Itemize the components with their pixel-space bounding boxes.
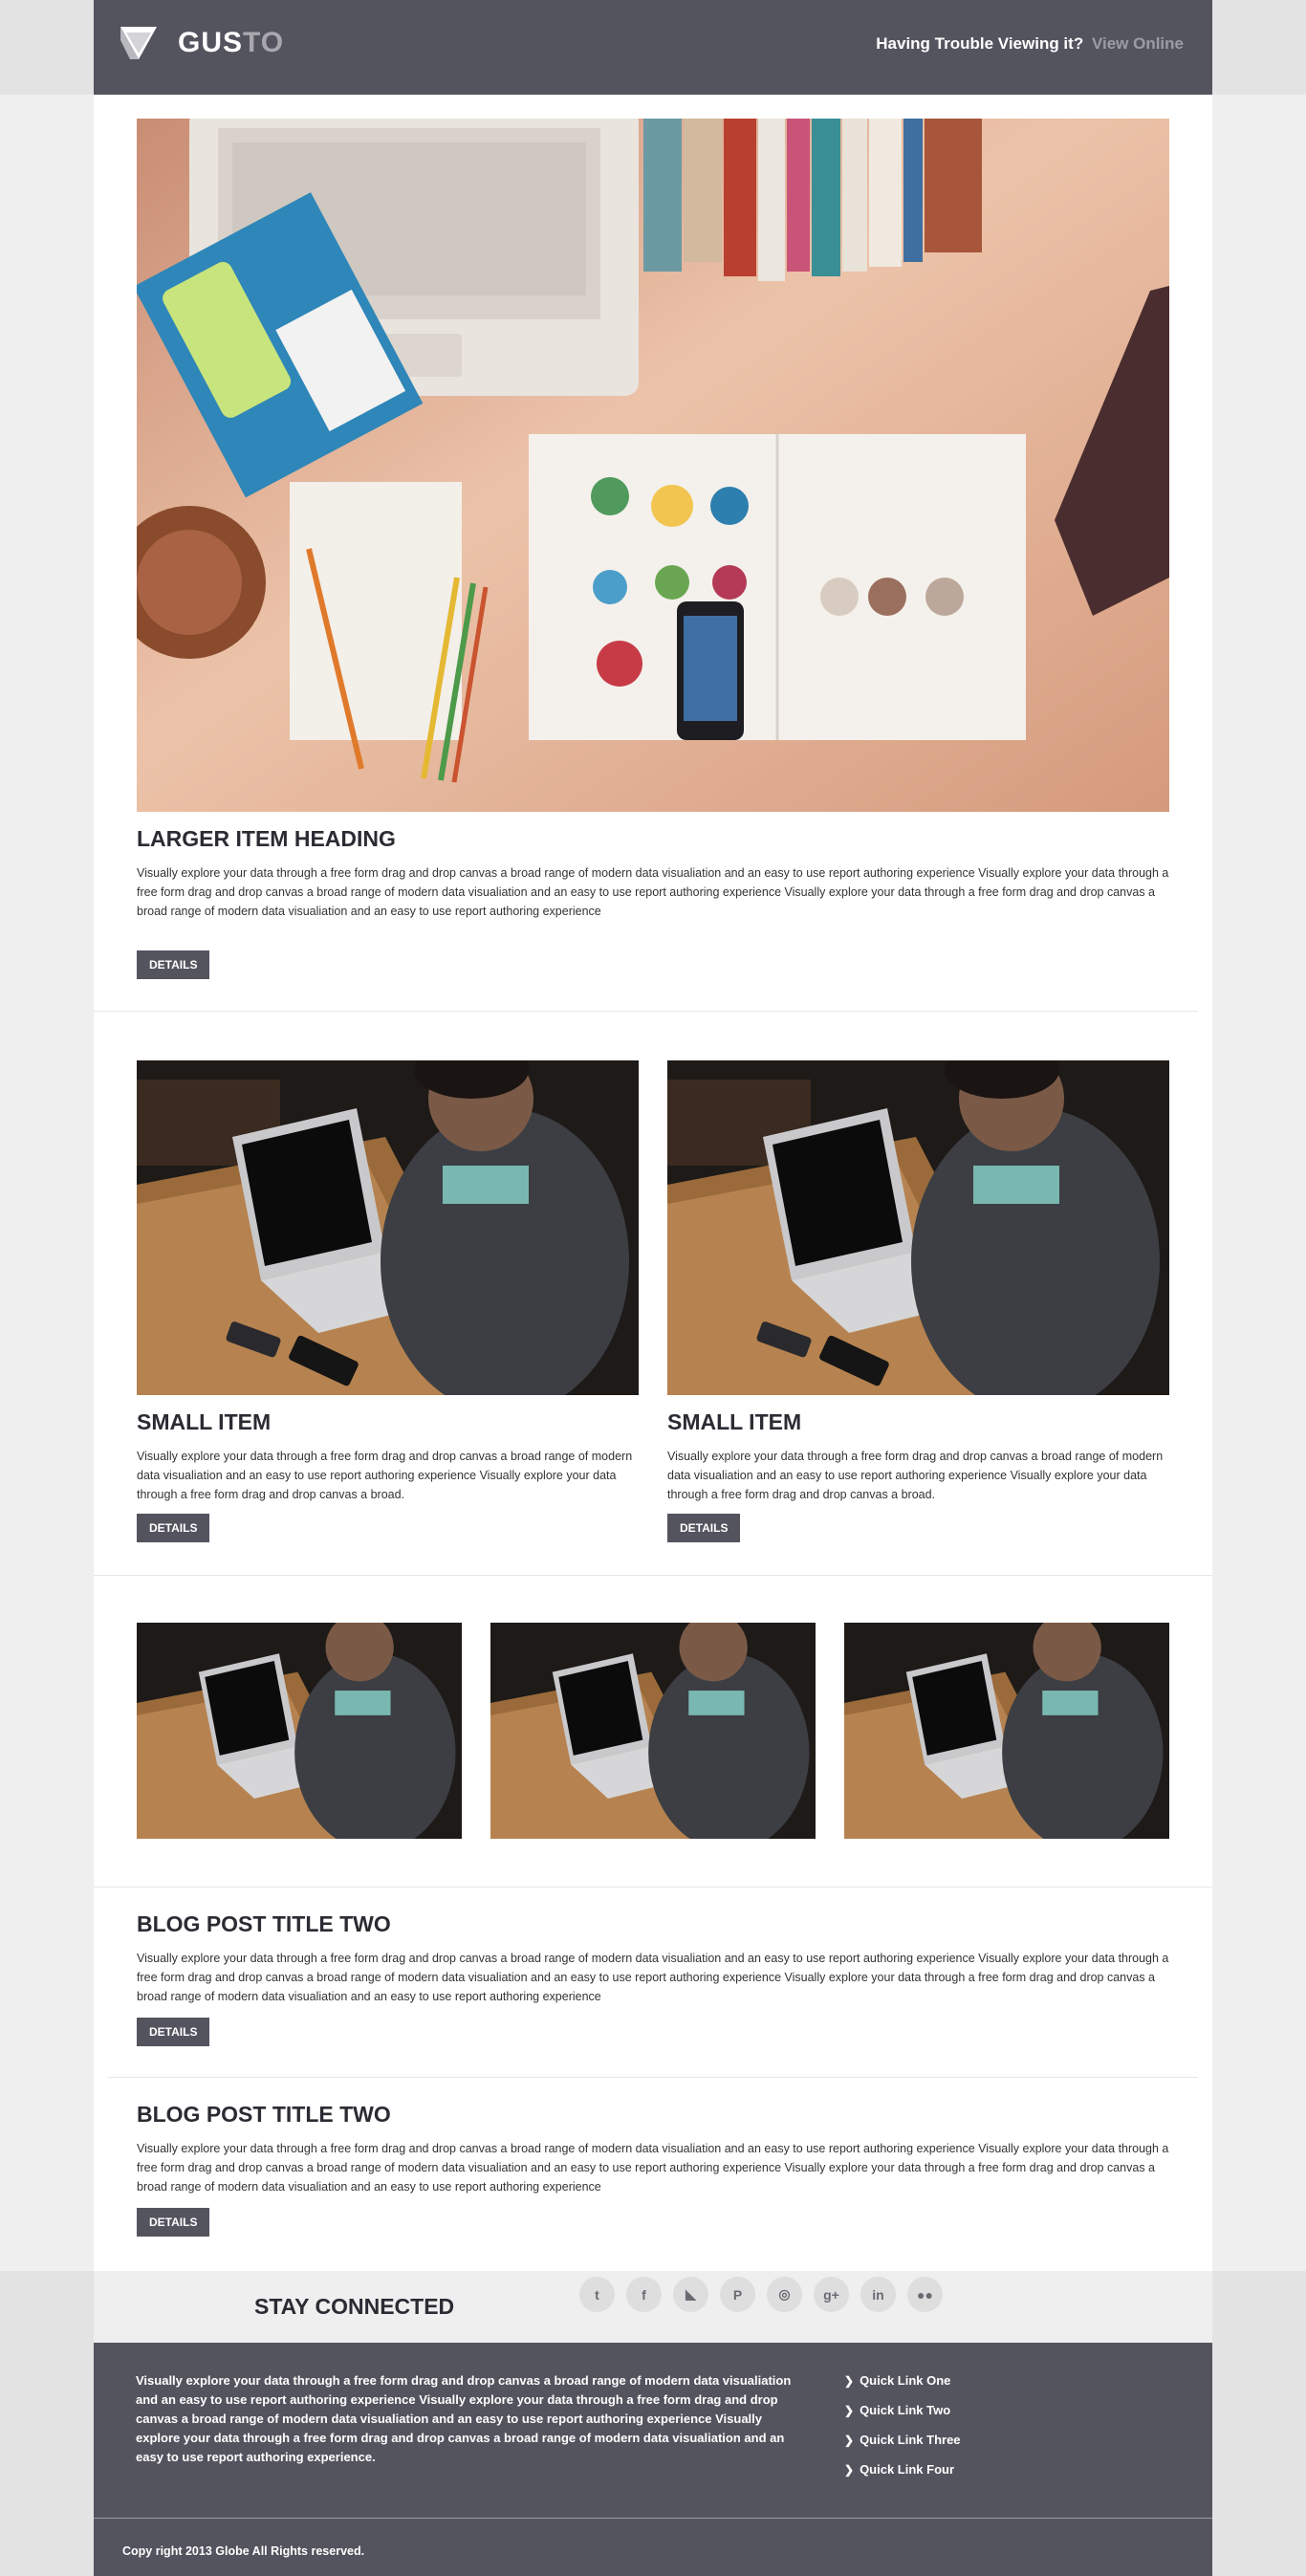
social-icons: t f ◣ P ◎ g+ in ●● xyxy=(579,2277,943,2312)
section-divider xyxy=(94,1887,1212,1888)
quick-link-label: Quick Link One xyxy=(860,2373,951,2388)
featured-image xyxy=(137,119,1169,812)
footer-divider xyxy=(94,2518,1212,2519)
header: GUSTO Having Trouble Viewing it? View On… xyxy=(94,0,1212,95)
footer-text: Visually explore your data through a fre… xyxy=(136,2373,792,2464)
blog-post-title-2: BLOG POST TITLE TWO xyxy=(137,2102,391,2127)
copyright-text: Copy right 2013 Globe All Rights reserve… xyxy=(122,2544,365,2558)
flickr-icon[interactable]: ●● xyxy=(907,2277,943,2312)
small-item-heading-1: SMALL ITEM xyxy=(137,1409,272,1434)
chevron-right-icon: ❯ xyxy=(844,2374,855,2388)
stay-connected-heading: STAY CONNECTED xyxy=(254,2294,455,2319)
logo-text: GUSTO xyxy=(178,27,284,59)
small-item-details-button-2[interactable]: DETAILS xyxy=(667,1514,741,1542)
footer: Visually explore your data through a fre… xyxy=(94,2343,1212,2576)
blog-post-details-button-2[interactable]: DETAILS xyxy=(137,2208,210,2237)
quick-link-label: Quick Link Three xyxy=(860,2433,961,2447)
logo-text-part1: GUS xyxy=(178,27,244,58)
section-divider xyxy=(108,2077,1198,2078)
small-item-image-1 xyxy=(137,1060,639,1395)
quick-link-label: Quick Link Four xyxy=(860,2462,955,2477)
quick-links: ❯ Quick Link One ❯ Quick Link Two ❯ Quick L… xyxy=(844,2371,961,2490)
section-divider xyxy=(94,1011,1198,1012)
small-item-text-1: Visually explore your data through a fre… xyxy=(137,1450,633,1501)
small-item-text-2: Visually explore your data through a fre… xyxy=(667,1450,1164,1501)
featured-details-button[interactable]: DETAILS xyxy=(137,950,210,979)
logo-text-part2: TO xyxy=(243,27,285,58)
stay-connected-bar: STAY CONNECTED t f ◣ P ◎ g+ in ●● xyxy=(94,2271,1212,2343)
chevron-right-icon: ❯ xyxy=(844,2404,855,2417)
quick-link-label: Quick Link Two xyxy=(860,2403,951,2417)
rss-icon[interactable]: ◣ xyxy=(673,2277,708,2312)
linkedin-icon[interactable]: in xyxy=(860,2277,896,2312)
quick-link-2[interactable]: ❯ Quick Link Two xyxy=(844,2401,961,2420)
dribbble-icon[interactable]: ◎ xyxy=(767,2277,802,2312)
blog-post-title-1: BLOG POST TITLE TWO xyxy=(137,1911,391,1936)
chevron-right-icon: ❯ xyxy=(844,2434,855,2447)
facebook-icon[interactable]: f xyxy=(626,2277,662,2312)
featured-text: Visually explore your data through a fre… xyxy=(137,866,1169,918)
thumbnail-image-3 xyxy=(844,1623,1169,1839)
section-divider xyxy=(94,1575,1212,1576)
pinterest-icon[interactable]: P xyxy=(720,2277,755,2312)
quick-link-1[interactable]: ❯ Quick Link One xyxy=(844,2371,961,2390)
small-item-details-button-1[interactable]: DETAILS xyxy=(137,1514,210,1542)
chevron-right-icon: ❯ xyxy=(844,2463,855,2477)
twitter-icon[interactable]: t xyxy=(579,2277,615,2312)
logo-mark-icon xyxy=(120,27,157,59)
blog-post-text-2: Visually explore your data through a fre… xyxy=(137,2142,1169,2194)
trouble-viewing-text: Having Trouble Viewing it? xyxy=(876,34,1084,53)
google-plus-icon[interactable]: g+ xyxy=(814,2277,849,2312)
blog-post-details-button-1[interactable]: DETAILS xyxy=(137,2018,210,2046)
thumbnail-image-2 xyxy=(490,1623,816,1839)
trouble-viewing: Having Trouble Viewing it? View Online xyxy=(876,34,1184,54)
small-item-heading-2: SMALL ITEM xyxy=(667,1409,802,1434)
blog-post-text-1: Visually explore your data through a fre… xyxy=(137,1952,1169,2003)
thumbnail-image-1 xyxy=(137,1623,462,1839)
featured-heading: LARGER ITEM HEADING xyxy=(137,826,396,851)
quick-link-3[interactable]: ❯ Quick Link Three xyxy=(844,2431,961,2450)
view-online-link[interactable]: View Online xyxy=(1092,34,1184,53)
small-item-image-2 xyxy=(667,1060,1169,1395)
logo[interactable]: GUSTO xyxy=(120,27,284,59)
main-content: LARGER ITEM HEADING Visually explore you… xyxy=(94,95,1212,2271)
quick-link-4[interactable]: ❯ Quick Link Four xyxy=(844,2460,961,2479)
